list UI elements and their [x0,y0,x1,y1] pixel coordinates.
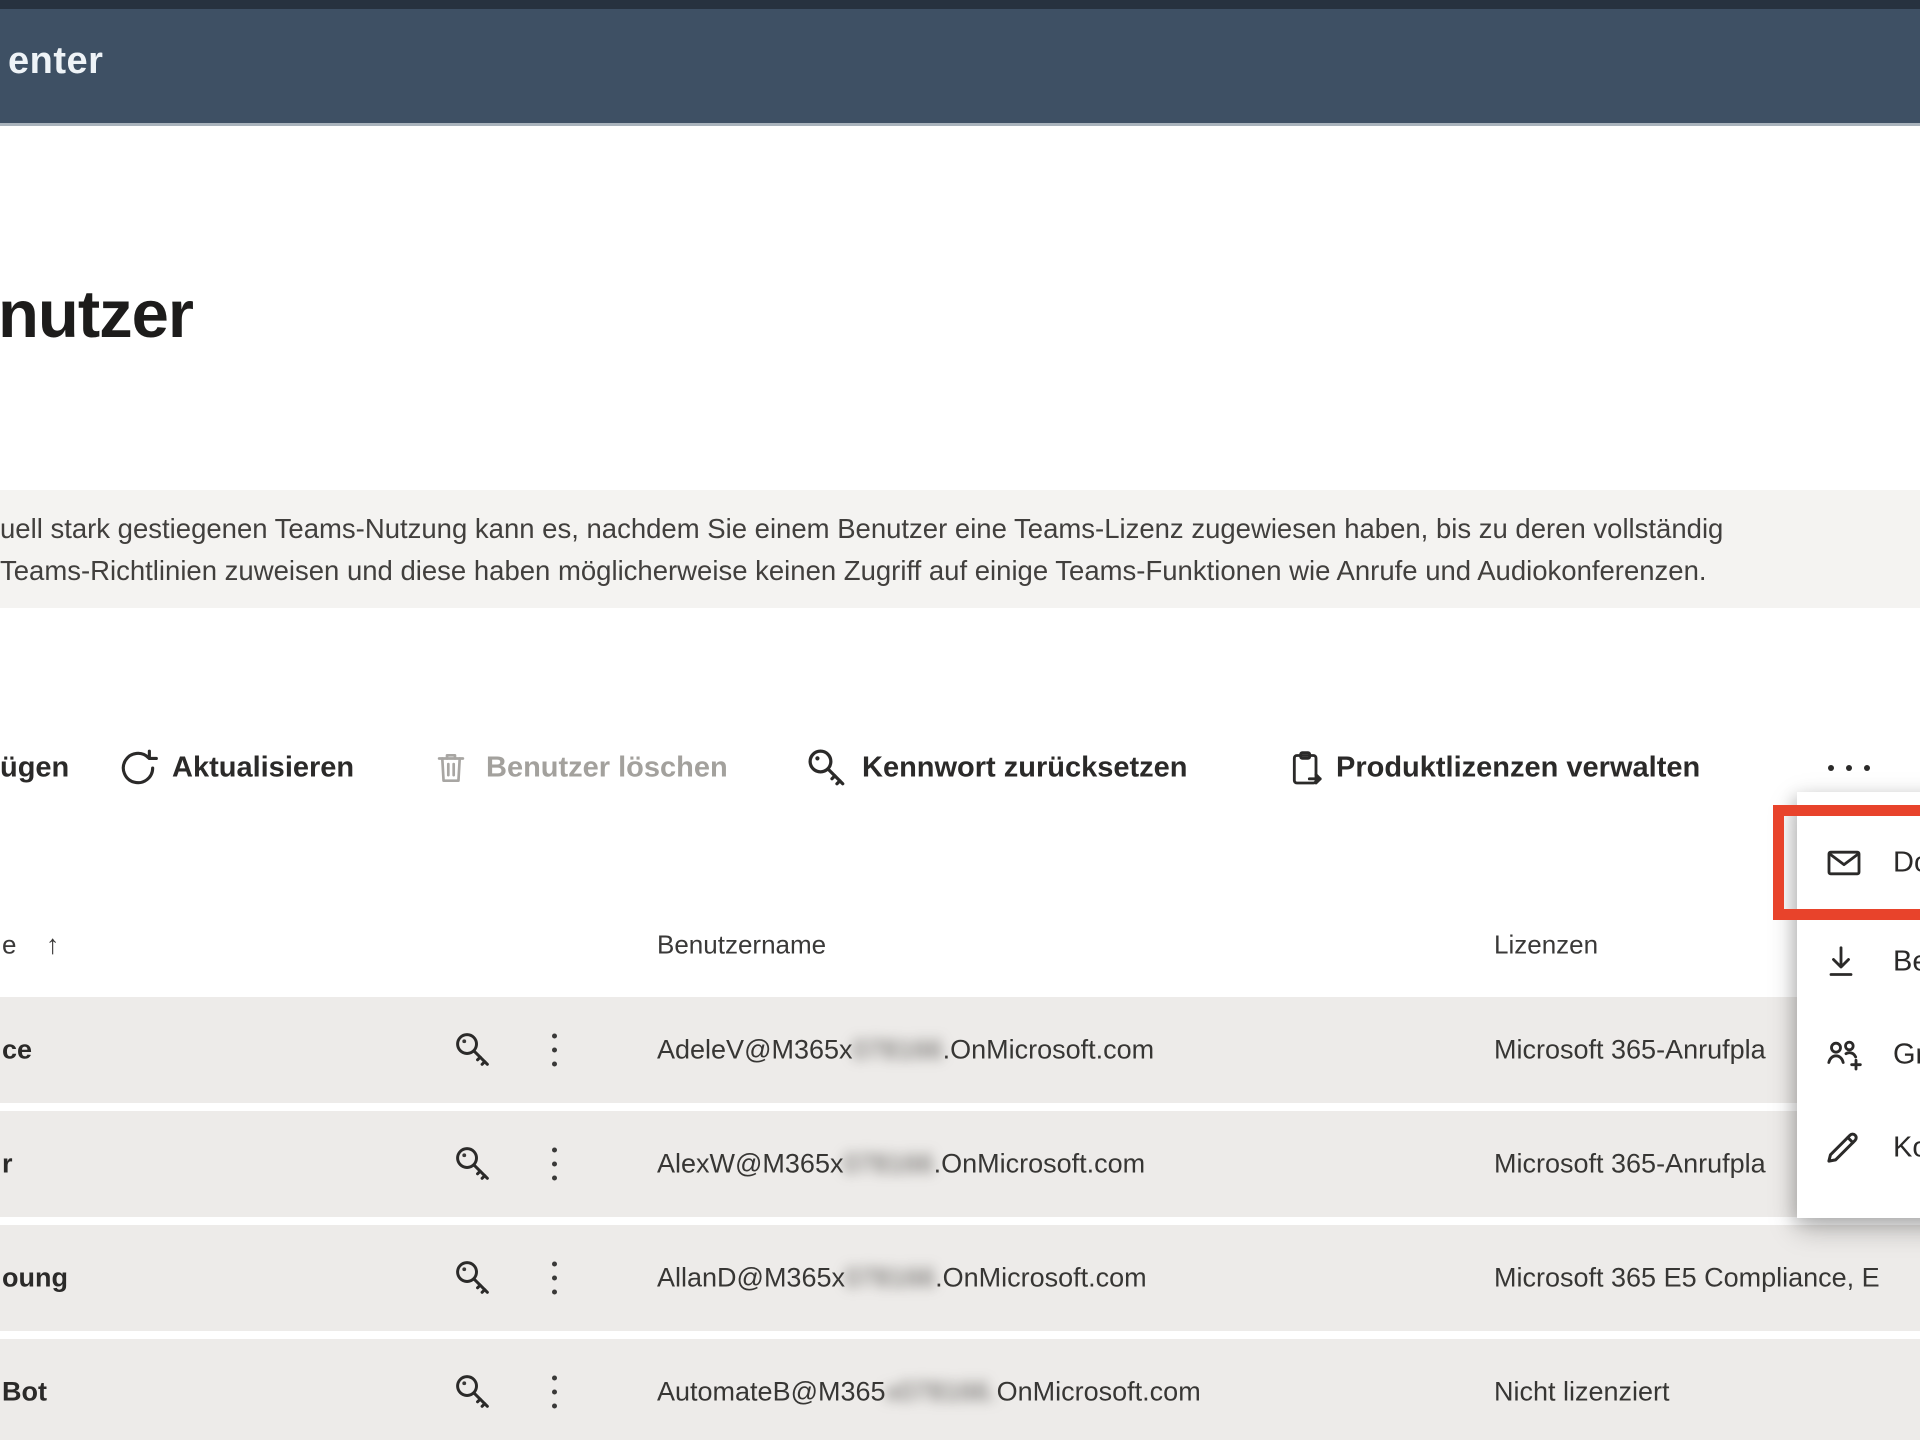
username-cell: AllanD@M365x078166.OnMicrosoft.com [657,1263,1147,1294]
refresh-icon[interactable] [116,746,160,790]
license-cell: Nicht lizenziert [1494,1377,1670,1408]
page-title: nutzer [0,276,193,353]
display-name[interactable]: r [2,1149,13,1180]
admin-center-page: enter nutzer uell stark gestiegenen Team… [0,0,1920,1440]
pencil-icon [1821,1127,1863,1169]
top-app-bar-strip [0,0,1920,9]
license-cell: Microsoft 365-Anrufpla [1494,1035,1766,1066]
app-title: enter [8,40,103,83]
menu-item-export[interactable]: Be [1797,937,1920,987]
sort-ascending-icon[interactable]: ↑ [46,930,60,961]
manage-licenses-button[interactable]: Produktlizenzen verwalten [1336,752,1700,785]
menu-item-label: Gr [1893,1039,1920,1072]
menu-item-label: Ko [1893,1132,1920,1165]
license-cell: Microsoft 365 E5 Compliance, E [1494,1263,1880,1294]
display-name[interactable]: Bot [2,1377,47,1408]
top-app-bar: enter [0,0,1920,126]
table-row[interactable]: r AlexW@M365x078166.OnMicrosoft.com Micr… [0,1111,1920,1217]
key-icon[interactable] [452,1143,494,1185]
download-icon [1821,941,1861,983]
table-row[interactable]: oung AllanD@M365x078166.OnMicrosoft.com … [0,1225,1920,1331]
key-icon[interactable] [452,1371,494,1413]
clipboard-arrow-icon[interactable] [1286,746,1326,790]
column-username[interactable]: Benutzername [657,930,826,961]
display-name[interactable]: ce [2,1035,32,1066]
delete-user-button: Benutzer löschen [486,752,728,785]
banner-line-2: Teams-Richtlinien zuweisen und diese hab… [0,550,1920,592]
key-icon[interactable] [804,745,850,791]
banner-line-1: uell stark gestiegenen Teams-Nutzung kan… [0,508,1920,550]
highlight-box [1773,805,1920,920]
license-cell: Microsoft 365-Anrufpla [1494,1149,1766,1180]
username-cell: AlexW@M365x078166.OnMicrosoft.com [657,1149,1145,1180]
trash-icon [432,748,470,788]
display-name[interactable]: oung [2,1263,68,1294]
command-bar: ügen Aktualisieren Benutzer löschen Kenn… [0,738,1920,798]
column-display-name[interactable]: e [2,930,16,961]
menu-item-edit[interactable]: Ko [1797,1123,1920,1173]
username-cell: AdeleV@M365x078166.OnMicrosoft.com [657,1035,1154,1066]
refresh-button[interactable]: Aktualisieren [172,752,354,785]
reset-password-button[interactable]: Kennwort zurücksetzen [862,752,1188,785]
blurred-tenant-id: 078166 [853,1035,943,1065]
row-more-icon[interactable] [552,1148,557,1181]
blurred-tenant-id: x078166. [886,1377,997,1407]
blurred-tenant-id: 078166 [843,1149,933,1179]
row-more-icon[interactable] [552,1262,557,1295]
key-icon[interactable] [452,1029,494,1071]
key-icon[interactable] [452,1257,494,1299]
table-header: e ↑ Benutzername Lizenzen [0,915,1920,975]
username-cell: AutomateB@M365x078166.OnMicrosoft.com [657,1377,1201,1408]
table-row[interactable]: ce AdeleV@M365x078166.OnMicrosoft.com Mi… [0,997,1920,1103]
row-more-icon[interactable] [552,1376,557,1409]
teams-info-banner: uell stark gestiegenen Teams-Nutzung kan… [0,490,1920,608]
add-user-button[interactable]: ügen [0,752,69,785]
menu-item-label: Be [1893,946,1920,979]
blurred-tenant-id: 078166 [845,1263,935,1293]
menu-item-groups[interactable]: Gr [1797,1030,1920,1080]
people-add-icon [1821,1035,1865,1075]
more-commands-icon[interactable] [1828,765,1870,771]
column-licenses[interactable]: Lizenzen [1494,930,1598,961]
table-row[interactable]: Bot AutomateB@M365x078166.OnMicrosoft.co… [0,1339,1920,1440]
row-more-icon[interactable] [552,1034,557,1067]
